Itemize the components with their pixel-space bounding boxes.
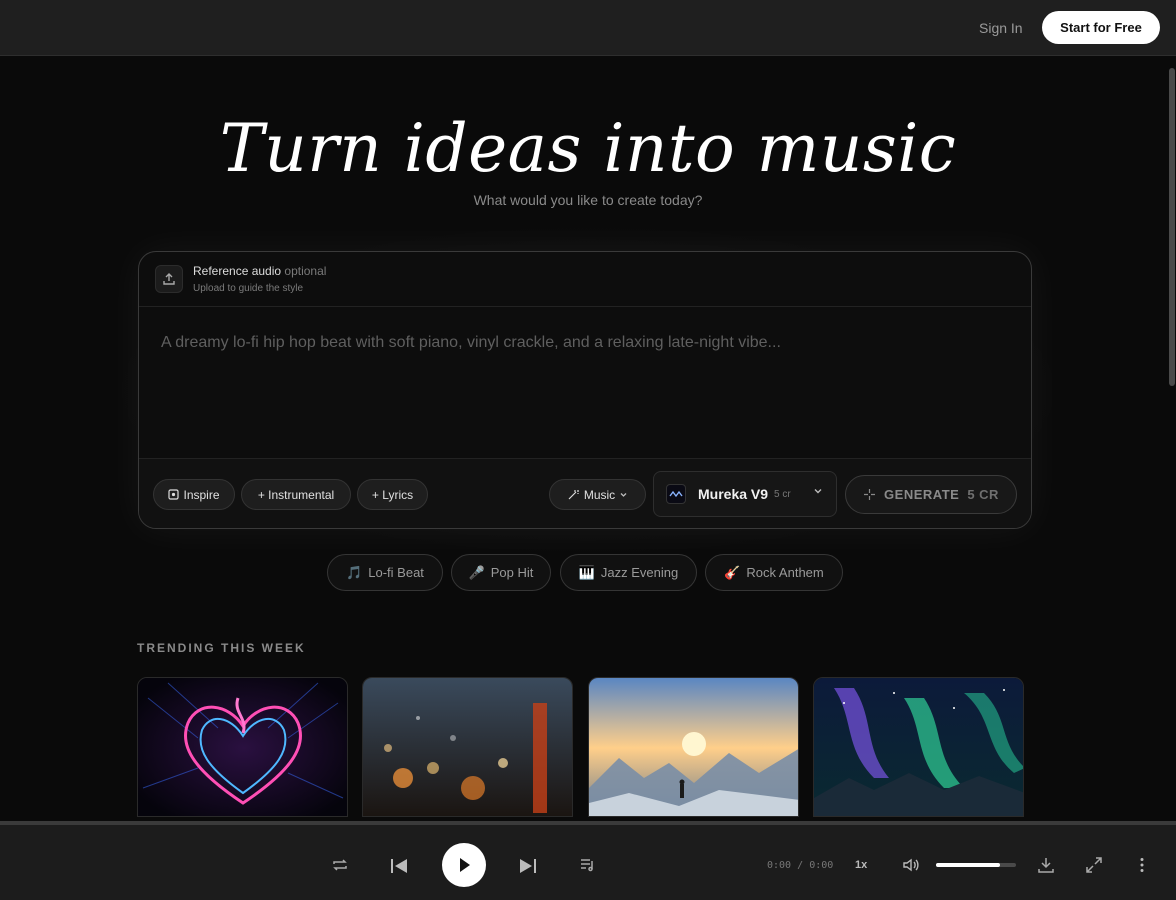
lyrics-button[interactable]: + Lyrics	[357, 479, 428, 510]
mureka-logo-icon	[666, 484, 686, 504]
previous-track-button[interactable]	[388, 855, 410, 877]
more-options-button[interactable]	[1132, 855, 1152, 875]
queue-button[interactable]	[578, 855, 598, 875]
magic-wand-icon	[568, 490, 579, 500]
audio-player-bar: 0:00 / 0:00 1x	[0, 821, 1176, 900]
trending-card[interactable]	[137, 677, 348, 817]
prompt-input[interactable]: A dreamy lo-fi hip hop beat with soft pi…	[161, 334, 1011, 352]
inspire-label: Inspire	[183, 487, 220, 502]
time-separator: /	[797, 860, 804, 871]
repeat-icon	[333, 859, 347, 871]
rainy-city-artwork	[363, 678, 572, 816]
music-note-icon: 🎵	[346, 564, 363, 580]
queue-icon	[581, 859, 593, 872]
preset-lofi-beat[interactable]: 🎵 Lo-fi Beat	[327, 554, 443, 591]
skip-back-icon	[391, 859, 407, 873]
trending-section-title: TRENDING THIS WEEK	[137, 641, 306, 655]
hero-title: Turn ideas into music	[219, 110, 957, 187]
volume-icon	[903, 858, 919, 872]
prompt-composer: Reference audio optional Upload to guide…	[138, 251, 1032, 529]
reference-audio-title: Reference audio optional	[193, 264, 326, 278]
chevron-down-icon	[814, 489, 822, 494]
time-readout: 0:00 / 0:00	[767, 860, 833, 871]
expand-button[interactable]	[1084, 855, 1104, 875]
mode-label: Music	[583, 487, 616, 502]
upload-reference-button[interactable]	[155, 265, 183, 293]
preset-pop-hit[interactable]: 🎤 Pop Hit	[451, 554, 551, 591]
piano-icon: 🎹	[578, 564, 595, 580]
model-credits: 5 cr	[774, 488, 791, 500]
mountain-sunrise-artwork	[589, 678, 798, 816]
play-icon	[460, 858, 470, 872]
sign-in-link[interactable]: Sign In	[979, 20, 1023, 36]
preset-rock-anthem[interactable]: 🎸 Rock Anthem	[705, 554, 843, 591]
preset-jazz-evening[interactable]: 🎹 Jazz Evening	[560, 554, 697, 591]
reference-audio-hint: Upload to guide the style	[193, 283, 304, 294]
mode-select[interactable]: Music	[549, 479, 646, 510]
skip-forward-icon	[520, 859, 536, 873]
mute-button[interactable]	[901, 855, 921, 875]
trending-card[interactable]	[813, 677, 1024, 817]
start-for-free-button[interactable]: Start for Free	[1042, 11, 1160, 44]
more-vertical-icon	[1140, 858, 1144, 872]
dice-icon	[168, 489, 180, 500]
next-track-button[interactable]	[517, 855, 539, 877]
composer-controls: Inspire + Instrumental + Lyrics Music Mu…	[139, 458, 1031, 528]
play-button[interactable]	[442, 843, 486, 887]
trending-card[interactable]	[588, 677, 799, 817]
reference-optional-label: optional	[284, 264, 327, 278]
download-icon	[1038, 858, 1054, 873]
instrumental-button[interactable]: + Instrumental	[241, 479, 351, 510]
total-time: 0:00	[809, 860, 834, 871]
chevron-down-icon	[620, 493, 627, 497]
reference-audio-label: Reference audio	[193, 264, 282, 278]
download-button[interactable]	[1036, 855, 1056, 875]
generate-button[interactable]: GENERATE 5 CR	[845, 475, 1017, 514]
model-select[interactable]: Mureka V9 5 cr	[653, 471, 837, 517]
preset-label: Jazz Evening	[600, 565, 679, 580]
playback-speed-button[interactable]: 1x	[855, 859, 867, 871]
expand-icon	[1086, 857, 1102, 873]
microphone-icon: 🎤	[468, 564, 485, 580]
inspire-button[interactable]: Inspire	[153, 479, 235, 510]
top-bar: Sign In Start for Free	[0, 0, 1176, 56]
sparkle-icon	[864, 489, 876, 500]
volume-fill	[936, 863, 1000, 867]
neon-heart-artwork	[138, 678, 347, 816]
repeat-button[interactable]	[330, 855, 350, 875]
aurora-artwork	[814, 678, 1023, 816]
upload-icon	[163, 273, 175, 285]
preset-label: Rock Anthem	[746, 565, 824, 580]
hero-subtitle: What would you like to create today?	[473, 192, 703, 208]
generate-label: GENERATE	[884, 487, 960, 502]
volume-slider[interactable]	[936, 863, 1016, 867]
guitar-icon: 🎸	[724, 564, 741, 580]
current-time: 0:00	[767, 860, 792, 871]
preset-label: Pop Hit	[490, 565, 534, 580]
reference-audio-row: Reference audio optional Upload to guide…	[139, 252, 1031, 307]
generate-credits: 5 CR	[967, 487, 999, 502]
model-name: Mureka V9	[698, 486, 769, 502]
preset-label: Lo-fi Beat	[368, 565, 424, 580]
trending-card[interactable]	[362, 677, 573, 817]
